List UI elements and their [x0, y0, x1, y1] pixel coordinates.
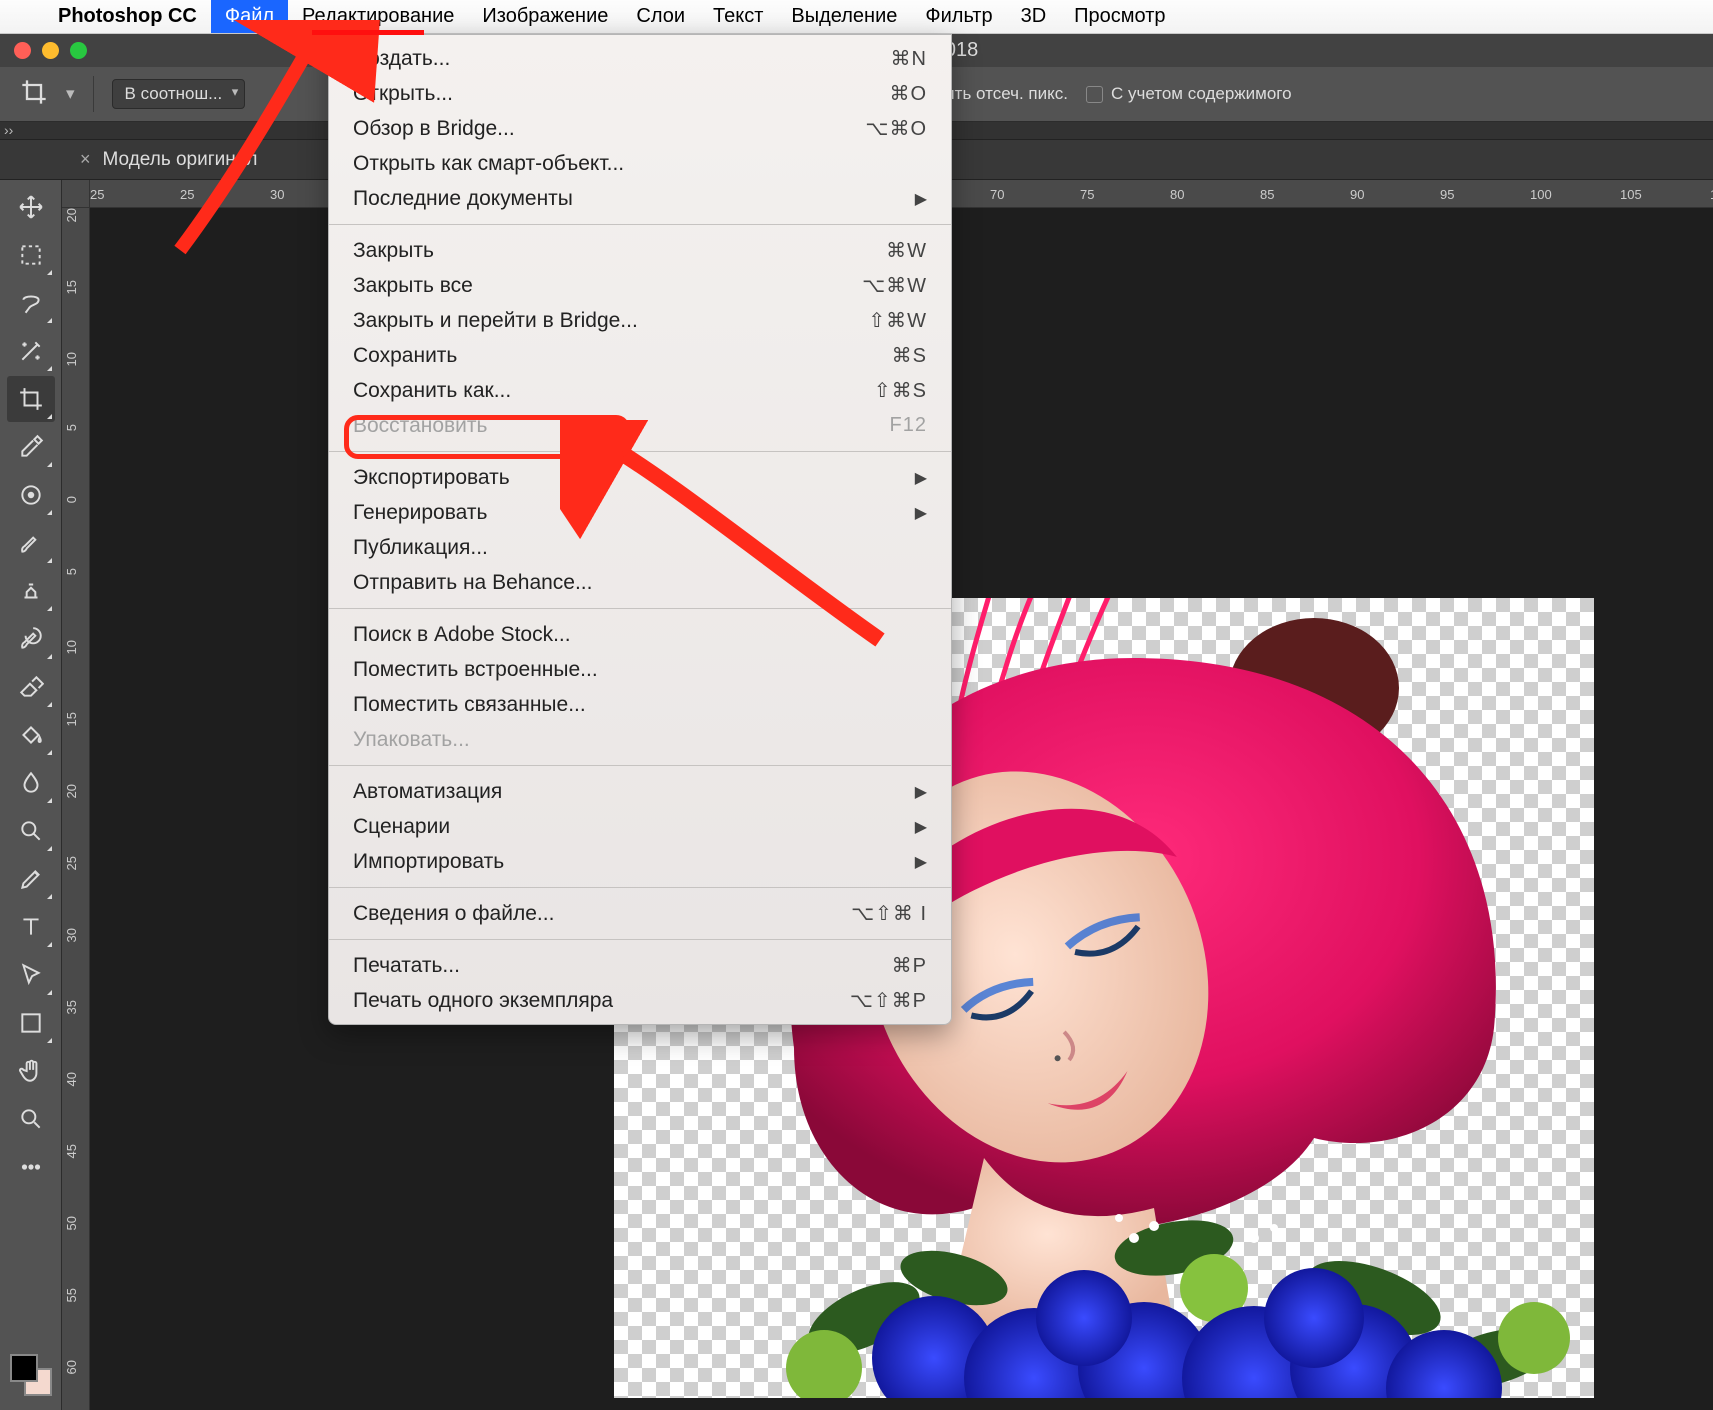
- file-menu-сохранить[interactable]: Сохранить⌘S: [329, 338, 951, 373]
- crop-ratio-dropdown[interactable]: В соотнош...: [112, 79, 246, 109]
- ruler-vertical[interactable]: 201510505101520253035404550556065: [62, 208, 90, 1410]
- annotation-file-underline: [312, 30, 424, 35]
- menubar-item-просмотр[interactable]: Просмотр: [1060, 0, 1179, 33]
- close-tab-icon[interactable]: ×: [80, 149, 91, 170]
- menubar-item-выделение[interactable]: Выделение: [777, 0, 911, 33]
- document-tab-label[interactable]: Модель оригинал: [103, 149, 258, 171]
- file-menu-сведения-о-файле-[interactable]: Сведения о файле...⌥⇧⌘ I: [329, 896, 951, 931]
- file-menu-сохранить-как-[interactable]: Сохранить как...⇧⌘S: [329, 373, 951, 408]
- file-menu-печать-одного-экземпляра[interactable]: Печать одного экземпляра⌥⇧⌘P: [329, 983, 951, 1018]
- tool-type[interactable]: [7, 904, 55, 950]
- tool-clone-stamp[interactable]: [7, 568, 55, 614]
- file-menu-автоматизация[interactable]: Автоматизация▶: [329, 774, 951, 809]
- tool-hand[interactable]: [7, 1048, 55, 1094]
- macos-menubar: Photoshop CC ФайлРедактированиеИзображен…: [0, 0, 1713, 34]
- menubar-item-изображение[interactable]: Изображение: [468, 0, 622, 33]
- file-menu-поместить-связанные-[interactable]: Поместить связанные...: [329, 687, 951, 722]
- traffic-lights: [0, 42, 87, 59]
- file-menu-последние-документы[interactable]: Последние документы▶: [329, 181, 951, 216]
- menubar-item-фильтр[interactable]: Фильтр: [911, 0, 1006, 33]
- tool-history-brush[interactable]: [7, 616, 55, 662]
- menubar-item-файл[interactable]: Файл: [211, 0, 288, 33]
- tool-paint-bucket[interactable]: [7, 712, 55, 758]
- color-swatches[interactable]: [10, 1354, 52, 1396]
- tool-move[interactable]: [7, 184, 55, 230]
- ruler-origin[interactable]: [62, 180, 90, 208]
- file-menu-упаковать-: Упаковать...: [329, 722, 951, 757]
- tool-dodge[interactable]: [7, 808, 55, 854]
- tools-panel: [0, 180, 62, 1410]
- file-menu-открыть-как-смарт-объект-[interactable]: Открыть как смарт-объект...: [329, 146, 951, 181]
- file-menu-публикация-[interactable]: Публикация...: [329, 530, 951, 565]
- content-aware-label: С учетом содержимого: [1111, 84, 1292, 104]
- menubar-item-слои[interactable]: Слои: [622, 0, 699, 33]
- file-menu-закрыть-и-перейти-в-bridge-[interactable]: Закрыть и перейти в Bridge...⇧⌘W: [329, 303, 951, 338]
- tool-zoom[interactable]: [7, 1096, 55, 1142]
- tool-pen[interactable]: [7, 856, 55, 902]
- file-menu-восстановить: ВосстановитьF12: [329, 408, 951, 443]
- file-menu-поиск-в-adobe-stock-[interactable]: Поиск в Adobe Stock...: [329, 617, 951, 652]
- tool-eyedropper[interactable]: [7, 424, 55, 470]
- tool-spot-heal[interactable]: [7, 472, 55, 518]
- file-menu-отправить-на-behance-[interactable]: Отправить на Behance...: [329, 565, 951, 600]
- tool-brush[interactable]: [7, 520, 55, 566]
- tool-eraser[interactable]: [7, 664, 55, 710]
- close-window-button[interactable]: [14, 42, 31, 59]
- file-menu-печатать-[interactable]: Печатать...⌘P: [329, 948, 951, 983]
- file-menu-закрыть[interactable]: Закрыть⌘W: [329, 233, 951, 268]
- tool-edit-toolbar[interactable]: [7, 1144, 55, 1190]
- tool-path-select[interactable]: [7, 952, 55, 998]
- crop-tool-icon[interactable]: [20, 78, 48, 111]
- file-menu-сценарии[interactable]: Сценарии▶: [329, 809, 951, 844]
- file-menu-поместить-встроенные-[interactable]: Поместить встроенные...: [329, 652, 951, 687]
- tool-magic-wand[interactable]: [7, 328, 55, 374]
- file-menu-закрыть-все[interactable]: Закрыть все⌥⌘W: [329, 268, 951, 303]
- menubar-item-3d[interactable]: 3D: [1007, 0, 1061, 33]
- menubar-item-редактирование[interactable]: Редактирование: [288, 0, 468, 33]
- file-menu-обзор-в-bridge-[interactable]: Обзор в Bridge...⌥⌘O: [329, 111, 951, 146]
- file-menu-dropdown: Создать...⌘NОткрыть...⌘OОбзор в Bridge..…: [328, 34, 952, 1025]
- zoom-window-button[interactable]: [70, 42, 87, 59]
- file-menu-создать-[interactable]: Создать...⌘N: [329, 41, 951, 76]
- minimize-window-button[interactable]: [42, 42, 59, 59]
- menubar-item-текст[interactable]: Текст: [699, 0, 777, 33]
- file-menu-импортировать[interactable]: Импортировать▶: [329, 844, 951, 879]
- file-menu-генерировать[interactable]: Генерировать▶: [329, 495, 951, 530]
- tool-lasso[interactable]: [7, 280, 55, 326]
- file-menu-открыть-[interactable]: Открыть...⌘O: [329, 76, 951, 111]
- tool-rectangle[interactable]: [7, 1000, 55, 1046]
- tool-blur[interactable]: [7, 760, 55, 806]
- tool-crop[interactable]: [7, 376, 55, 422]
- content-aware-checkbox[interactable]: С учетом содержимого: [1086, 84, 1292, 104]
- tool-marquee[interactable]: [7, 232, 55, 278]
- file-menu-экспортировать[interactable]: Экспортировать▶: [329, 460, 951, 495]
- menubar-app[interactable]: Photoshop CC: [44, 0, 211, 33]
